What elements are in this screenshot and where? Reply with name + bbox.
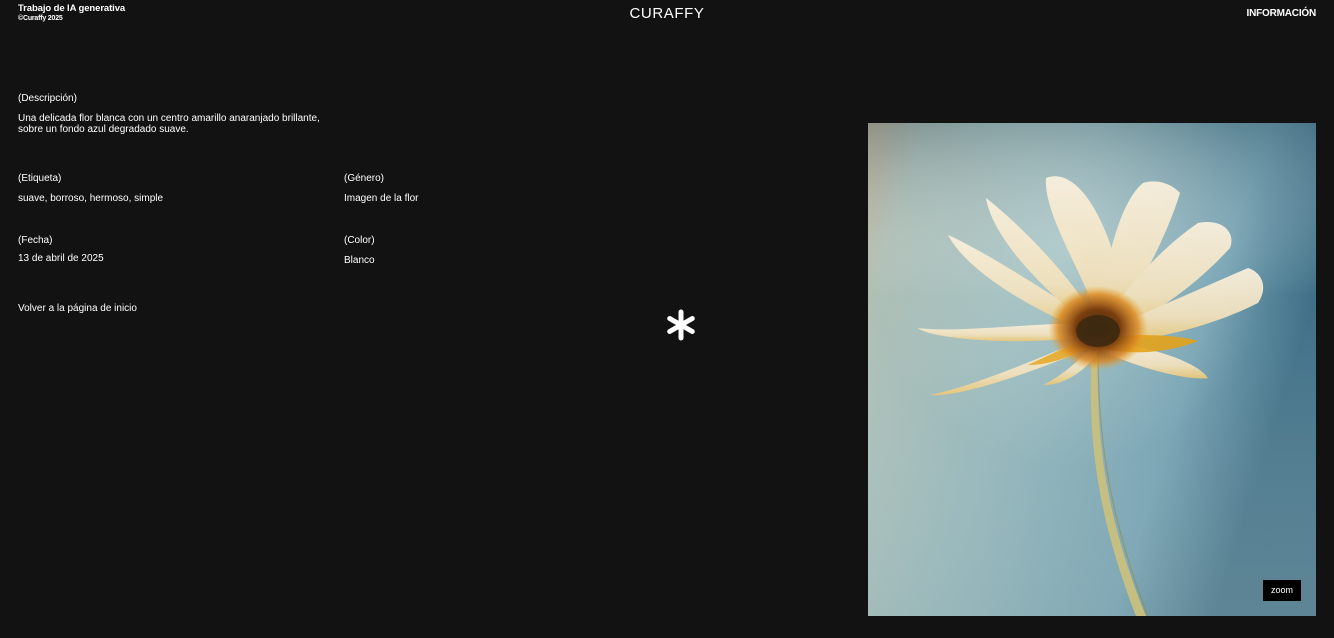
nav-info-link[interactable]: INFORMACIÓN xyxy=(1247,8,1317,19)
genre-label: (Género) xyxy=(344,173,385,184)
color-label: (Color) xyxy=(344,235,375,246)
date-value: 13 de abril de 2025 xyxy=(18,253,104,264)
tag-label: (Etiqueta) xyxy=(18,173,62,184)
zoom-button[interactable]: zoom xyxy=(1262,580,1301,601)
color-value: Blanco xyxy=(344,255,375,266)
back-to-home-link[interactable]: Volver a la página de inicio xyxy=(18,303,137,314)
description-label: (Descripción) xyxy=(18,93,77,104)
artwork-image[interactable]: zoom xyxy=(868,123,1316,616)
tag-value: suave, borroso, hermoso, simple xyxy=(18,193,164,204)
site-logo: CURAFFY xyxy=(0,5,1334,22)
genre-value: Imagen de la flor xyxy=(344,193,419,204)
page: Trabajo de IA generativa ©Curaffy 2025 C… xyxy=(0,0,1334,638)
asterisk-icon xyxy=(664,308,698,342)
site-logo-link[interactable]: CURAFFY xyxy=(629,5,704,22)
description-text: Una delicada flor blanca con un centro a… xyxy=(18,113,320,135)
date-label: (Fecha) xyxy=(18,235,53,246)
